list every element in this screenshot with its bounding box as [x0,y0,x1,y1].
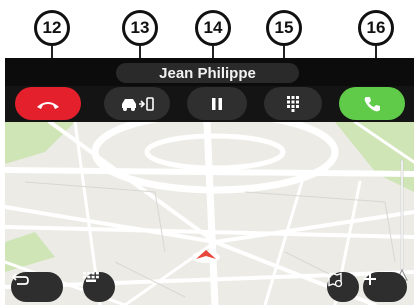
call-control-bar [5,86,414,122]
map-view-button[interactable] [327,272,359,302]
hold-button[interactable] [187,87,247,120]
keypad-icon [287,95,299,112]
back-arrow-icon [11,273,29,285]
map-view-icon [328,272,343,288]
pause-icon [212,97,222,110]
zoom-in-button[interactable] [363,272,407,302]
car-to-phone-icon [122,96,154,111]
keypad-button[interactable] [264,87,322,120]
navigation-map[interactable] [5,122,414,305]
plus-icon [364,273,376,285]
callout-15: 15 [266,10,302,46]
back-button[interactable] [11,272,63,302]
callout-12: 12 [34,10,70,46]
multimedia-screen: Jean Philippe [5,58,414,305]
transfer-to-phone-button[interactable] [104,87,170,120]
keyboard-button[interactable] [83,272,115,302]
callout-13: 13 [122,10,158,46]
callout-16: 16 [358,10,394,46]
callout-14: 14 [195,10,231,46]
keyboard-icon [83,272,99,282]
answer-button[interactable] [339,87,405,120]
hang-up-button[interactable] [15,87,81,120]
phone-icon [364,96,380,111]
caller-name: Jean Philippe [116,63,299,83]
phone-hangup-icon [37,101,59,109]
